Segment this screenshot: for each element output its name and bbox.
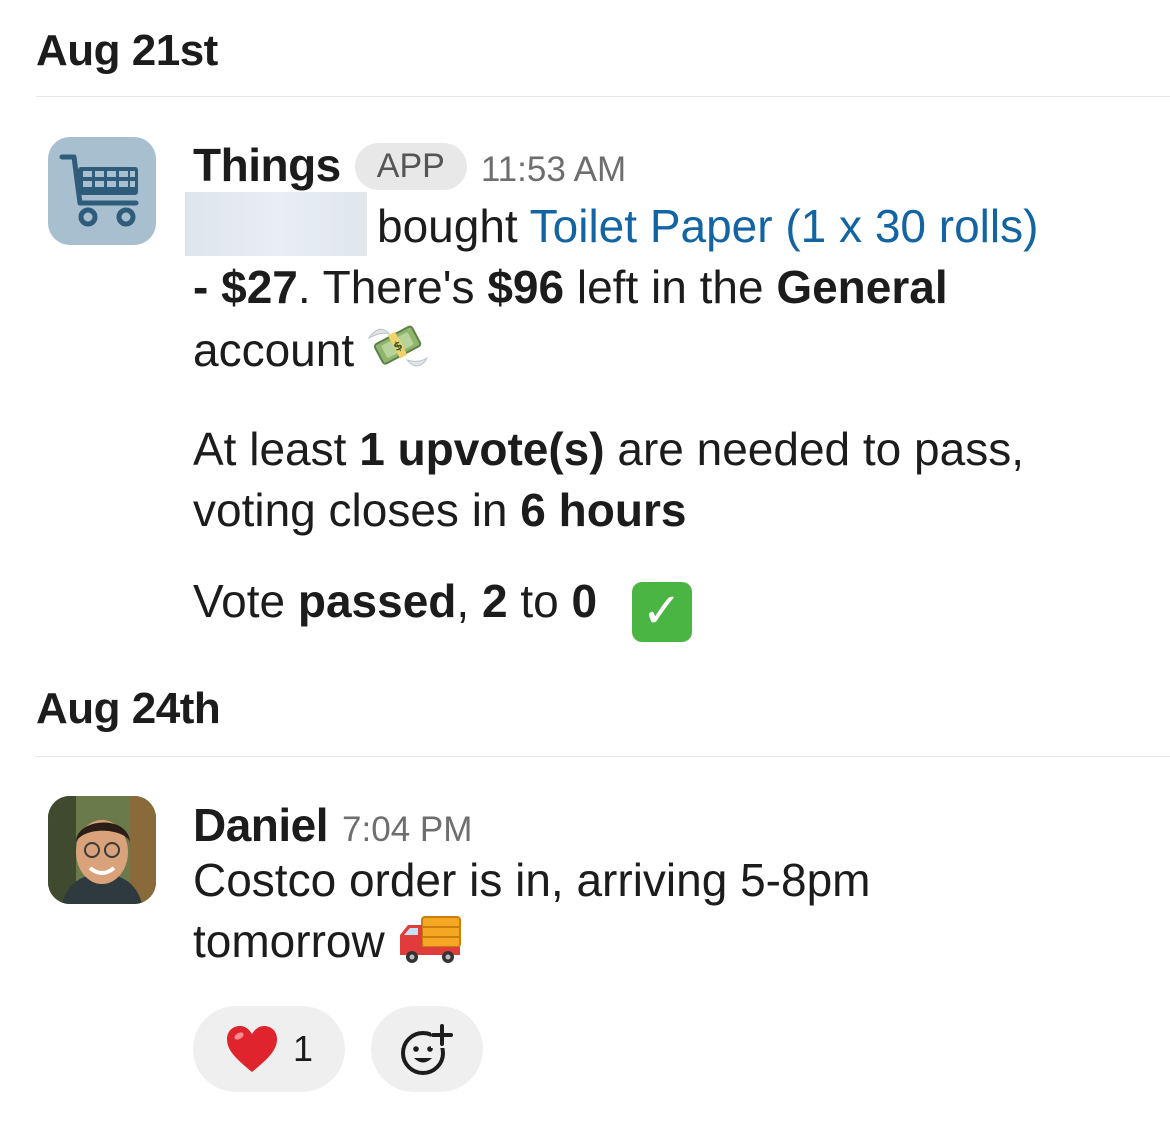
timestamp[interactable]: 7:04 PM <box>342 810 472 850</box>
add-reaction-icon <box>401 1024 453 1075</box>
sentence-text: account <box>193 324 355 376</box>
things-app-avatar[interactable] <box>48 137 156 245</box>
check-mark-button-emoji: ✓ <box>631 581 692 642</box>
date-header: Aug 24th <box>36 684 221 733</box>
divider <box>36 96 1170 97</box>
add-reaction-button[interactable] <box>371 1006 483 1092</box>
heart-emoji <box>226 1026 277 1072</box>
message-daniel: Daniel 7:04 PM Costco order is in, arriv… <box>193 798 1143 980</box>
message-header: Daniel 7:04 PM <box>193 798 1143 852</box>
redacted-username <box>185 192 367 256</box>
daniel-avatar[interactable] <box>48 796 156 904</box>
sentence-text: . There's <box>297 261 488 313</box>
sentence-text: left in the <box>564 261 777 313</box>
price-value: $27 <box>221 261 298 313</box>
message-things: Things APP 11:53 AM bought Toilet Paper … <box>185 138 1143 642</box>
verb-text: bought <box>377 200 518 252</box>
app-badge: APP <box>354 143 467 190</box>
delivery-truck-emoji <box>398 911 462 980</box>
shopping-cart-icon <box>59 154 139 227</box>
message-body: bought Toilet Paper (1 x 30 rolls) - $27… <box>185 192 1143 389</box>
item-link[interactable]: Toilet Paper (1 x 30 rolls) <box>530 200 1039 252</box>
reaction-count: 1 <box>292 1028 314 1069</box>
date-header: Aug 21st <box>36 26 218 75</box>
amount-left: $96 <box>487 261 565 313</box>
sender-name[interactable]: Things <box>193 138 341 192</box>
account-name: General <box>776 261 948 313</box>
message-header: Things APP 11:53 AM <box>193 138 1143 194</box>
price-prefix: - <box>193 261 222 313</box>
sender-name[interactable]: Daniel <box>193 798 329 852</box>
user-photo-icon <box>48 796 156 904</box>
divider <box>36 756 1170 757</box>
timestamp[interactable]: 11:53 AM <box>481 150 626 190</box>
vote-requirement: At least 1 upvote(s) are needed to pass,… <box>193 423 1024 536</box>
money-with-wings-emoji: $ <box>367 318 429 389</box>
reactions-bar: 1 <box>193 1006 483 1092</box>
message-body: Costco order is in, arriving 5-8pm tomor… <box>193 850 953 980</box>
vote-result: Vote passed, 2 to 0 ✓ <box>193 571 1143 642</box>
heart-reaction-button[interactable]: 1 <box>193 1006 345 1092</box>
message-text: Costco order is in, arriving 5-8pm tomor… <box>193 854 871 967</box>
